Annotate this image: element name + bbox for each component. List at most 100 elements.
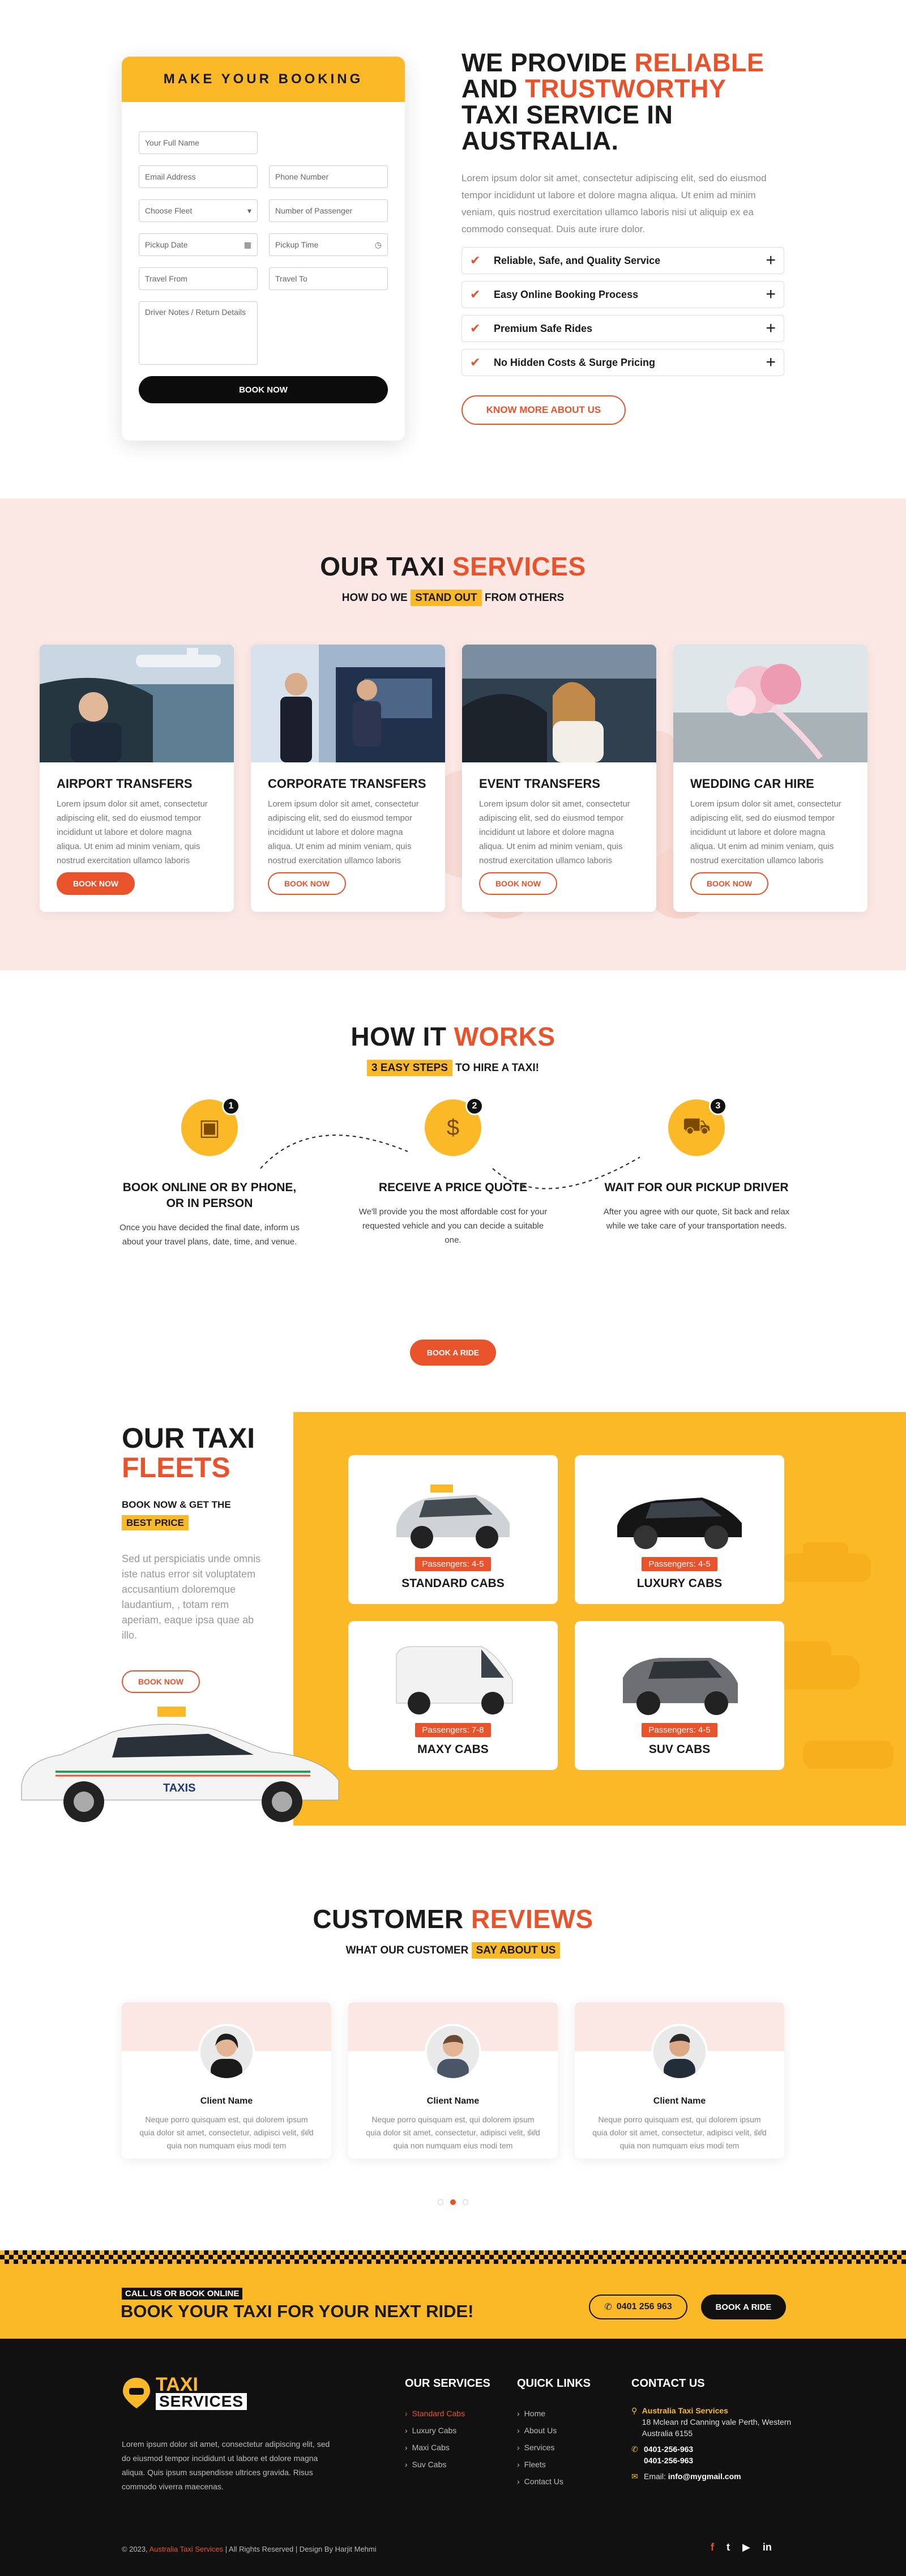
passengers-input[interactable]: Number of Passenger bbox=[269, 199, 388, 222]
know-more-button[interactable]: KNOW MORE ABOUT US bbox=[461, 395, 626, 425]
footer-link-label: Luxury Cabs bbox=[412, 2426, 457, 2435]
fleet-card-suv[interactable]: Passengers: 4-5 SUV CABS bbox=[575, 1621, 784, 1770]
carousel-dot[interactable] bbox=[463, 2199, 468, 2205]
footer-link[interactable]: › Luxury Cabs bbox=[405, 2422, 490, 2439]
footer-heading: QUICK LINKS bbox=[517, 2377, 591, 2390]
check-icon: ✔ bbox=[470, 355, 481, 369]
service-card-wedding: WEDDING CAR HIRE Lorem ipsum dolor sit a… bbox=[673, 645, 867, 912]
how-sub-part: TO HIRE A TAXI! bbox=[452, 1062, 539, 1074]
fleets-section: OUR TAXI FLEETS BOOK NOW & GET THE BEST PR… bbox=[0, 1412, 906, 1860]
feature-item[interactable]: ✔ Reliable, Safe, and Quality Service + bbox=[461, 247, 784, 274]
fleet-select[interactable]: Choose Fleet ▾ bbox=[139, 199, 258, 222]
wedding-car-image bbox=[673, 645, 867, 762]
quote-icon: ” bbox=[298, 2124, 312, 2155]
pickup-date-input[interactable]: Pickup Date ▦ bbox=[139, 233, 258, 256]
review-card: Client Name Neque porro quisquam est, qu… bbox=[122, 2002, 331, 2159]
service-book-button[interactable]: BOOK NOW bbox=[268, 872, 346, 895]
passengers-badge: Passengers: 7-8 bbox=[415, 1723, 491, 1737]
cta-eyebrow: CALL US OR BOOK ONLINE bbox=[122, 2288, 243, 2300]
service-book-button[interactable]: BOOK NOW bbox=[479, 872, 557, 895]
reviews-sub-highlight: SAY ABOUT US bbox=[471, 1942, 561, 1959]
chevron-right-icon: › bbox=[517, 2426, 520, 2435]
fleet-subtitle: BOOK NOW & GET THE BEST PRICE bbox=[122, 1496, 269, 1532]
service-book-button[interactable]: BOOK NOW bbox=[690, 872, 768, 895]
chevron-right-icon: › bbox=[405, 2443, 408, 2452]
email-input[interactable]: Email Address bbox=[139, 165, 258, 188]
carousel-dot[interactable] bbox=[438, 2199, 443, 2205]
travel-from-input[interactable]: Travel From bbox=[139, 267, 258, 290]
fleet-title: OUR TAXI FLEETS bbox=[122, 1423, 269, 1482]
email-placeholder: Email Address bbox=[145, 172, 196, 181]
footer-link[interactable]: › Services bbox=[517, 2439, 591, 2456]
footer-contact: CONTACT US ⚲ Australia Taxi Services 18 Mc… bbox=[631, 2377, 796, 2487]
full-name-input[interactable]: Your Full Name bbox=[139, 131, 258, 154]
fleet-card-luxury[interactable]: Passengers: 4-5 LUXURY CABS bbox=[575, 1455, 784, 1604]
corporate-transfer-image bbox=[251, 645, 445, 762]
travel-from-placeholder: Travel From bbox=[145, 274, 187, 283]
copyright-company[interactable]: Australia Taxi Services bbox=[149, 2545, 224, 2553]
contact-phone[interactable]: ✆ 0401-256-963 0401-256-963 bbox=[631, 2443, 796, 2466]
pickup-date-placeholder: Pickup Date bbox=[145, 240, 188, 249]
fleet-card-standard[interactable]: Passengers: 4-5 STANDARD CABS bbox=[348, 1455, 558, 1604]
footer-link[interactable]: › Suv Cabs bbox=[405, 2456, 490, 2473]
review-text: Neque porro quisquam est, qui dolorem ip… bbox=[592, 2115, 767, 2150]
contact-email[interactable]: ✉ Email: info@mygmail.com bbox=[631, 2471, 796, 2482]
cta-banner: CALL US OR BOOK ONLINE BOOK YOUR TAXI FO… bbox=[0, 2250, 906, 2339]
service-book-button[interactable]: BOOK NOW bbox=[57, 872, 135, 895]
footer-link[interactable]: › Standard Cabs bbox=[405, 2405, 490, 2422]
avatar bbox=[651, 2024, 708, 2080]
reviewer-name: Client Name bbox=[200, 2096, 253, 2106]
fleet-card-maxi[interactable]: Passengers: 7-8 MAXY CABS bbox=[348, 1621, 558, 1770]
book-now-button[interactable]: BOOK NOW bbox=[139, 376, 388, 403]
linkedin-icon[interactable]: in bbox=[763, 2541, 772, 2553]
book-a-ride-button[interactable]: BOOK A RIDE bbox=[410, 1340, 496, 1366]
feature-label: Premium Safe Rides bbox=[494, 322, 593, 334]
company-name: Australia Taxi Services bbox=[642, 2406, 728, 2415]
service-name: AIRPORT TRANSFERS bbox=[57, 777, 193, 791]
calendar-icon: ▦ bbox=[243, 240, 251, 249]
services-section: OUR TAXI SERVICES HOW DO WE STAND OUT FR… bbox=[0, 498, 906, 970]
reviews-subtitle: WHAT OUR CUSTOMER SAY ABOUT US bbox=[0, 1942, 906, 1959]
carousel-dots bbox=[438, 2199, 468, 2205]
footer-link[interactable]: › Home bbox=[517, 2405, 591, 2422]
feature-item[interactable]: ✔ Premium Safe Rides + bbox=[461, 315, 784, 342]
suv-cab-image bbox=[623, 1658, 738, 1715]
hero-title-part: WE PROVIDE bbox=[461, 48, 635, 77]
feature-accordion: ✔ Reliable, Safe, and Quality Service + ✔ E… bbox=[461, 247, 790, 376]
services-title-highlight: SERVICES bbox=[452, 552, 586, 581]
feature-item[interactable]: ✔ Easy Online Booking Process + bbox=[461, 281, 784, 308]
carousel-dot-active[interactable] bbox=[450, 2199, 456, 2205]
twitter-icon[interactable]: t bbox=[726, 2541, 730, 2553]
services-sub-part: HOW DO WE bbox=[341, 592, 411, 604]
pickup-time-input[interactable]: Pickup Time ◷ bbox=[269, 233, 388, 256]
booking-title: MAKE YOUR BOOKING bbox=[122, 57, 405, 102]
footer-link[interactable]: › About Us bbox=[517, 2422, 591, 2439]
hero-intro: WE PROVIDE RELIABLE AND TRUSTWORTHY TAXI… bbox=[461, 50, 790, 425]
footer-heading: CONTACT US bbox=[631, 2377, 705, 2390]
footer-link[interactable]: › Maxi Cabs bbox=[405, 2439, 490, 2456]
passengers-badge: Passengers: 4-5 bbox=[642, 1557, 717, 1571]
booking-form: MAKE YOUR BOOKING Your Full Name Email A… bbox=[122, 57, 405, 441]
cta-book-button[interactable]: BOOK A RIDE bbox=[701, 2294, 786, 2319]
fleet-title-part: OUR TAXI bbox=[122, 1422, 255, 1454]
footer-link[interactable]: › Contact Us bbox=[517, 2473, 591, 2490]
maxi-cab-image bbox=[396, 1646, 513, 1715]
footer-link[interactable]: › Fleets bbox=[517, 2456, 591, 2473]
travel-to-input[interactable]: Travel To bbox=[269, 267, 388, 290]
fleet-book-button[interactable]: BOOK NOW bbox=[122, 1670, 200, 1693]
cta-phone-button[interactable]: ✆ 0401 256 963 bbox=[589, 2294, 687, 2319]
step-title: RECEIVE A PRICE QUOTE bbox=[378, 1181, 528, 1194]
avatar bbox=[425, 2024, 481, 2080]
phone-input[interactable]: Phone Number bbox=[269, 165, 388, 188]
standard-cab-image bbox=[396, 1485, 510, 1549]
footer-logo[interactable]: TAXI SERVICES bbox=[122, 2375, 247, 2410]
passengers-badge: Passengers: 4-5 bbox=[415, 1557, 491, 1571]
reviewer-name: Client Name bbox=[653, 2096, 706, 2106]
youtube-icon[interactable]: ▶ bbox=[742, 2541, 750, 2553]
driver-notes-textarea[interactable]: Driver Notes / Return Details bbox=[139, 301, 258, 365]
service-desc: Lorem ipsum dolor sit amet, consectetur … bbox=[268, 799, 419, 865]
hero-title: WE PROVIDE RELIABLE AND TRUSTWORTHY TAXI… bbox=[461, 50, 790, 154]
feature-item[interactable]: ✔ No Hidden Costs & Surge Pricing + bbox=[461, 349, 784, 376]
travel-to-placeholder: Travel To bbox=[275, 274, 307, 283]
facebook-icon[interactable]: f bbox=[711, 2541, 714, 2553]
